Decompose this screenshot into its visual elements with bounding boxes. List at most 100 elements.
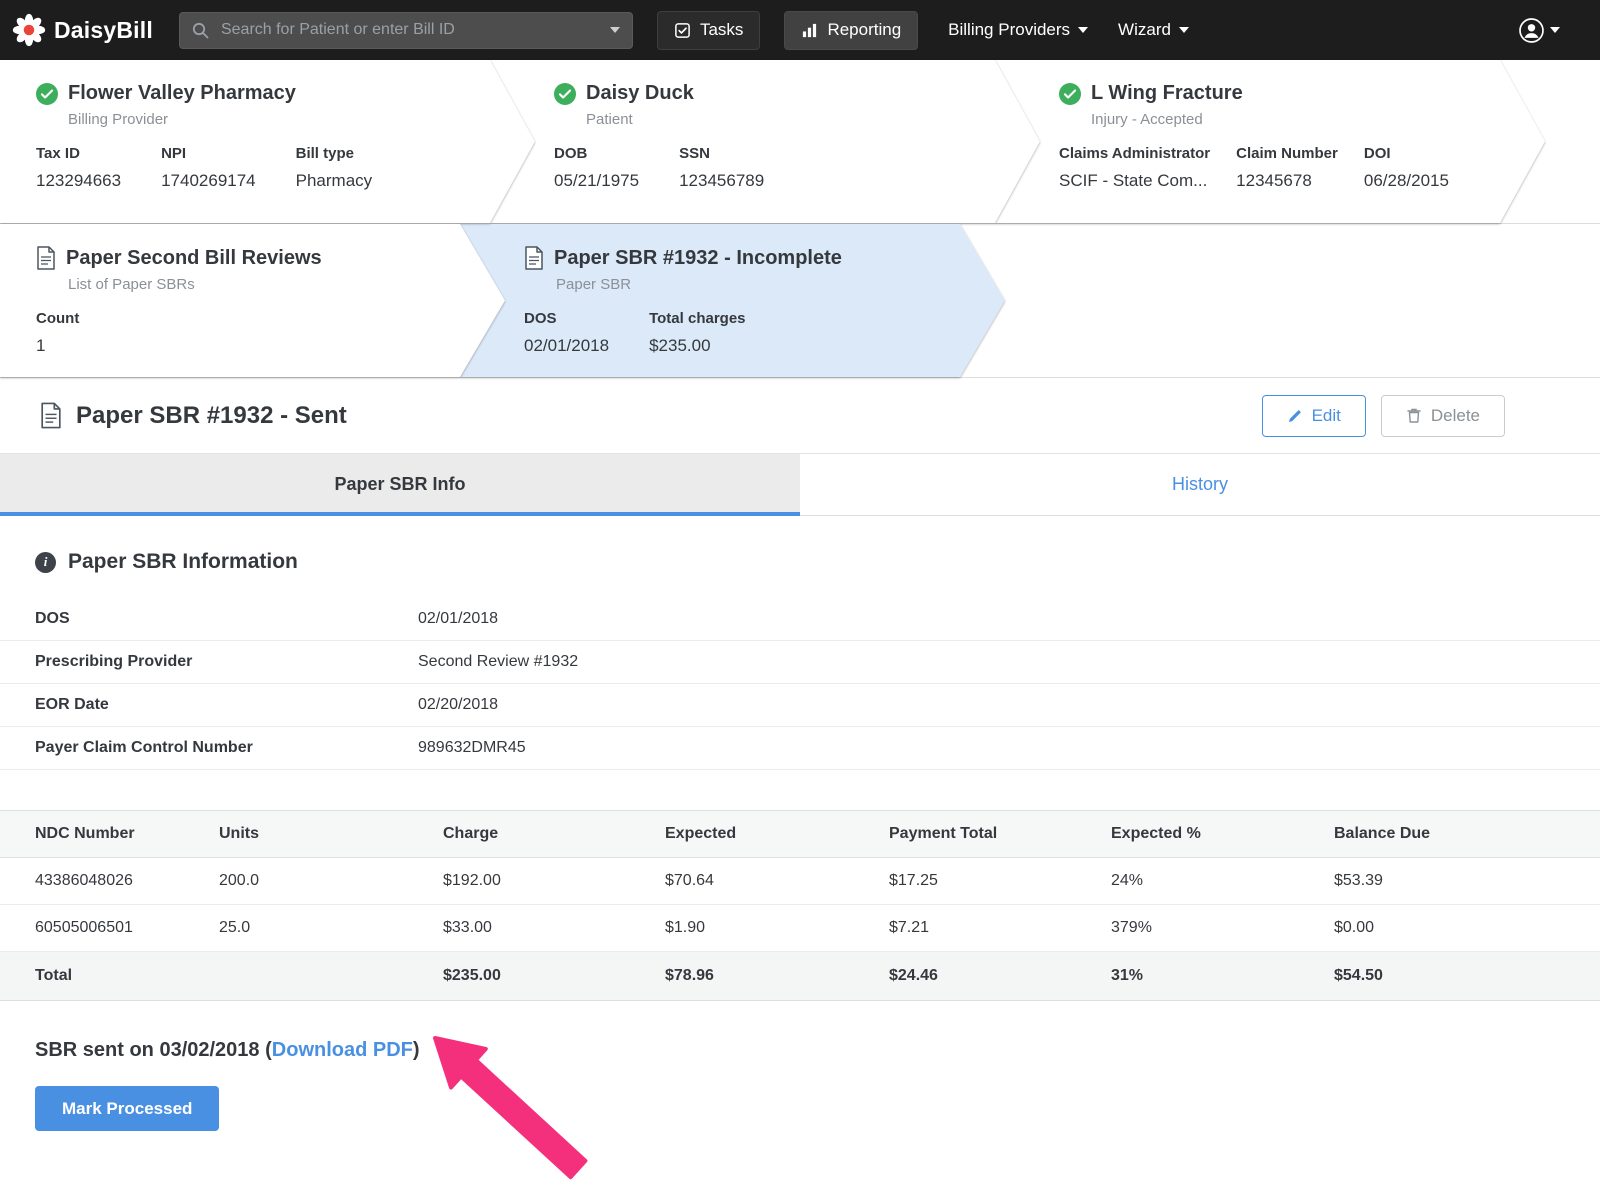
field-label: Bill type [295,145,354,162]
sent-text-prefix: SBR sent on 03/02/2018 ( [35,1039,272,1061]
table-cell: $70.64 [665,857,889,905]
reporting-button[interactable]: Reporting [784,10,919,50]
check-circle-icon [1059,83,1081,105]
table-header-cell: NDC Number [0,810,219,858]
field-value: $235.00 [649,336,711,355]
info-field-label: DOS [35,610,70,627]
section-heading-text: Paper SBR Information [68,550,298,573]
info-field-label: Prescribing Provider [35,653,193,670]
table-header-cell: Expected [665,810,889,858]
card-title: Paper Second Bill Reviews [66,246,322,269]
search-input[interactable] [218,20,602,40]
table-cell: 379% [1111,904,1334,952]
table-cell: 25.0 [219,904,443,952]
tasks-icon [675,22,690,38]
user-menu[interactable] [1518,17,1560,44]
sbr-sent-status: SBR sent on 03/02/2018 (Download PDF) [35,1039,1600,1062]
table-cell: 200.0 [219,857,443,905]
info-field-label: EOR Date [35,696,109,713]
table-header-cell: Units [219,810,443,858]
table-cell: $24.46 [889,951,1111,1001]
billing-providers-menu[interactable]: Billing Providers [948,20,1089,40]
table-cell [219,951,443,1001]
tab-history[interactable]: History [800,454,1600,515]
table-total-row: Total $235.00 $78.96 $24.46 31% $54.50 [0,951,1600,1001]
info-icon [35,551,56,573]
table-header-row: NDC Number Units Charge Expected Payment… [0,810,1600,858]
field-value: 02/01/2018 [524,336,610,355]
table-cell: $0.00 [1334,904,1600,952]
table-cell: Total [0,951,219,1001]
page-title: Paper SBR #1932 - Sent [76,401,347,429]
tasks-label: Tasks [699,20,744,39]
info-field-value: Second Review #1932 [418,653,579,670]
table-cell: 43386048026 [0,857,219,905]
field-label: Total charges [649,310,746,327]
field-label: SSN [679,145,710,162]
breadcrumb-card-paper-sbr-current[interactable]: Paper SBR #1932 - Incomplete Paper SBR D… [460,224,1005,377]
table-header-cell: Expected % [1111,810,1334,858]
edit-button[interactable]: Edit [1261,394,1366,437]
table-cell: $1.90 [665,904,889,952]
field-label: Tax ID [36,145,80,162]
user-icon [1519,17,1544,43]
breadcrumb-card-paper-sbr-list[interactable]: Paper Second Bill Reviews List of Paper … [0,224,505,377]
card-title: L Wing Fracture [1091,82,1243,104]
table-cell: $53.39 [1334,857,1600,905]
table-cell: $78.96 [665,951,889,1001]
table-cell: 24% [1111,857,1334,905]
field-label: NPI [161,145,187,162]
delete-button[interactable]: Delete [1380,394,1505,437]
info-field-value: 02/01/2018 [418,610,499,627]
trash-icon [1407,408,1421,423]
card-title: Paper SBR #1932 - Incomplete [554,246,842,269]
field-label: Claim Number [1236,145,1338,162]
field-value: Pharmacy [295,171,373,190]
chevron-down-icon[interactable] [609,27,620,33]
breadcrumb-row-2: Paper Second Bill Reviews List of Paper … [0,224,1600,378]
field-value: 123294663 [36,171,122,190]
tab-paper-sbr-info[interactable]: Paper SBR Info [0,454,800,516]
document-icon [41,402,61,429]
billing-providers-label: Billing Providers [948,20,1071,39]
field-label: Claims Administrator [1059,145,1211,162]
card-subtitle: Billing Provider [68,111,169,128]
brand-name: DaisyBill [54,16,153,43]
field-label: DOI [1363,145,1391,162]
pencil-icon [1288,409,1301,422]
tasks-button[interactable]: Tasks [656,10,761,50]
mark-processed-button[interactable]: Mark Processed [35,1086,220,1131]
table-cell: $7.21 [889,904,1111,952]
table-cell: $192.00 [443,857,665,905]
edit-label: Edit [1311,405,1341,425]
charges-table: NDC Number Units Charge Expected Payment… [0,810,1600,1001]
check-circle-icon [554,83,576,105]
info-field-row: Prescribing Provider Second Review #1932 [0,641,1600,684]
field-value: 123456789 [679,171,765,190]
field-label: DOB [554,145,588,162]
breadcrumb-card-billing-provider[interactable]: Flower Valley Pharmacy Billing Provider … [0,60,535,223]
table-header-cell: Charge [443,810,665,858]
tab-label: Paper SBR Info [334,474,466,494]
daisy-logo-icon [12,13,46,47]
table-cell: 60505006501 [0,904,219,952]
breadcrumb-card-injury[interactable]: L Wing Fracture Injury - Accepted Claims… [995,60,1545,223]
info-field-value: 02/20/2018 [418,696,499,713]
section-heading: Paper SBR Information [35,550,1600,574]
download-pdf-link[interactable]: Download PDF [272,1039,413,1061]
wizard-menu[interactable]: Wizard [1118,20,1189,40]
brand-logo[interactable]: DaisyBill [12,13,153,47]
breadcrumb-card-patient[interactable]: Daisy Duck Patient DOB 05/21/1975 SSN 1234… [490,60,1040,223]
card-subtitle: Paper SBR [556,276,632,293]
navbar: DaisyBill Tasks Reporting Billing Provid… [0,0,1600,60]
info-field-value: 989632DMR45 [418,739,526,756]
field-value: 05/21/1975 [554,171,640,190]
card-title: Flower Valley Pharmacy [68,82,296,104]
info-field-row: Payer Claim Control Number 989632DMR45 [0,727,1600,770]
info-field-row: DOS 02/01/2018 [0,598,1600,641]
breadcrumb-row-1: Flower Valley Pharmacy Billing Provider … [0,60,1600,224]
table-cell: 31% [1111,951,1334,1001]
tabs: Paper SBR Info History [0,454,1600,516]
table-row: 60505006501 25.0 $33.00 $1.90 $7.21 379%… [0,904,1600,952]
search-icon [192,22,209,38]
